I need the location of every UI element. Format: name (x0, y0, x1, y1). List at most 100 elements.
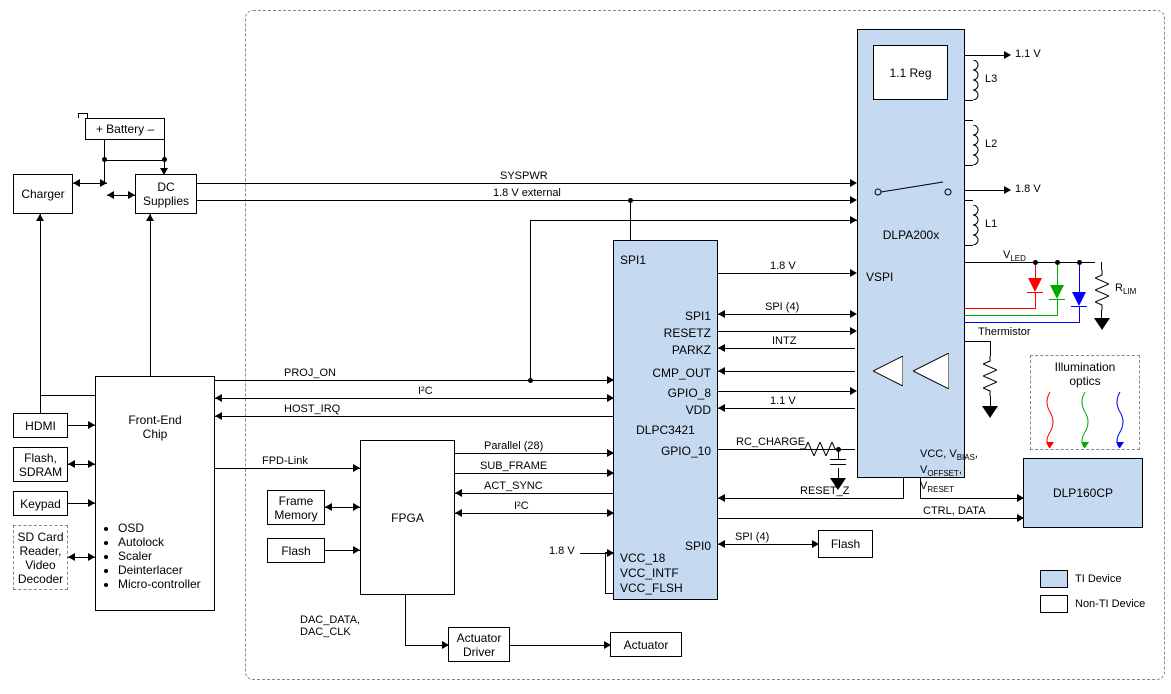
spi4-spi0-label: SPI (4) (735, 531, 769, 543)
led-green (1050, 285, 1064, 299)
syspwr-label: SYSPWR (500, 170, 548, 182)
dc-supplies-label: DC Supplies (143, 180, 189, 208)
battery-block: + Battery – (85, 118, 165, 140)
port-cmpout: CMP_OUT (652, 366, 711, 380)
port-parkz: PARKZ (672, 343, 711, 357)
bullet-autolock: Autolock (118, 535, 208, 549)
port-spi0: SPI0 (685, 539, 711, 553)
flash-fpga-label: Flash (281, 544, 310, 558)
inductor-l3-icon (965, 60, 981, 100)
port-vccint: VCC_INTF (620, 566, 679, 580)
legend-ti-label: TI Device (1075, 573, 1121, 585)
v18-out-label: 1.8 V (1015, 183, 1041, 195)
port-spi1-r: SPI1 (685, 309, 711, 323)
led-blue (1072, 292, 1086, 306)
host-irq-label: HOST_IRQ (284, 403, 340, 415)
dlpc3421-block: SPI1 SPI1 RESETZ PARKZ CMP_OUT GPIO_8 VD… (613, 240, 718, 600)
front-end-block: Front-End Chip OSD Autolock Scaler Deint… (95, 376, 215, 611)
v18ext-label: 1.8 V external (493, 187, 561, 199)
l2-label: L2 (985, 138, 997, 150)
rlim-label: RLIM (1115, 282, 1136, 296)
port-vspi: VSPI (866, 270, 893, 284)
bullet-micro: Micro-controller (118, 577, 208, 591)
bullet-deinterlacer: Deinterlacer (118, 563, 208, 577)
l3-label: L3 (985, 73, 997, 85)
comparator-icon (873, 356, 903, 386)
vcc-vbias-label: VCC, VBIAS, (920, 448, 978, 462)
v11-vdd-label: 1.1 V (770, 395, 796, 407)
front-end-title: Front-End Chip (128, 413, 181, 441)
dlpa200x-title: DLPA200x (858, 228, 964, 242)
dlp160cp-block: DLP160CP (1023, 458, 1143, 528)
resistor-icon (800, 442, 840, 456)
legend-nonti-label: Non-TI Device (1075, 598, 1145, 610)
resetz-sig-label: RESET_Z (800, 485, 850, 497)
port-gpio10: GPIO_10 (661, 444, 711, 458)
beam-green-icon (1073, 392, 1097, 448)
flash-spi-block: Flash (818, 530, 873, 558)
sdcard-block: SD Card Reader, Video Decoder (13, 525, 68, 590)
vled-label: VLED (1003, 249, 1026, 263)
battery-terminal (78, 113, 88, 118)
actuator-driver-label: Actuator Driver (457, 631, 502, 659)
inductor-l2-icon (965, 125, 981, 165)
port-resetz: RESETZ (664, 326, 711, 340)
dlpa200x-block: VSPI DLPA200x 1.1 Reg (857, 29, 965, 478)
intz-label: INTZ (772, 335, 796, 347)
actuator-block: Actuator (610, 632, 682, 657)
charger-block: Charger (13, 174, 73, 214)
flash-sdram-block: Flash, SDRAM (13, 447, 68, 482)
frame-memory-block: Frame Memory (267, 490, 325, 525)
flash-sdram-label: Flash, SDRAM (19, 451, 62, 479)
port-spi1: SPI1 (620, 253, 646, 267)
dlp160cp-label: DLP160CP (1053, 486, 1113, 500)
switch-icon (873, 178, 953, 198)
frame-memory-label: Frame Memory (274, 494, 317, 522)
sdcard-label: SD Card Reader, Video Decoder (17, 530, 63, 586)
v18-input-label: 1.8 V (549, 545, 575, 557)
beam-red-icon (1038, 392, 1062, 448)
legend-nonti-swatch (1040, 595, 1068, 613)
actsync-label: ACT_SYNC (484, 480, 543, 492)
proj-on-label: PROJ_ON (284, 367, 336, 379)
amp-icon (913, 353, 949, 389)
inductor-l1-icon (965, 205, 981, 245)
fpga-label: FPGA (391, 511, 424, 525)
v18-vspi-label: 1.8 V (770, 260, 796, 272)
dac-label: DAC_DATA, DAC_CLK (300, 614, 360, 638)
flash-fpga-block: Flash (267, 538, 325, 563)
beam-blue-icon (1108, 392, 1132, 448)
fpd-link-label: FPD-Link (262, 455, 308, 467)
led-red (1028, 278, 1042, 292)
battery-label: + Battery – (96, 122, 154, 136)
dlpc3421-title: DLPC3421 (614, 423, 717, 437)
hdmi-block: HDMI (13, 413, 68, 438)
bullet-scaler: Scaler (118, 549, 208, 563)
resistor-rlim-icon (1095, 270, 1109, 310)
reg11-block: 1.1 Reg (873, 45, 948, 100)
i2c2-label: I²C (514, 500, 529, 512)
port-vccflsh: VCC_FLSH (620, 581, 683, 595)
keypad-block: Keypad (13, 491, 68, 516)
port-vcc18: VCC_18 (620, 551, 665, 565)
actuator-driver-block: Actuator Driver (448, 627, 510, 662)
illum-optics-label: Illumination optics (1055, 360, 1116, 388)
ctrl-data-label: CTRL, DATA (923, 505, 986, 517)
i2c-label: I²C (418, 385, 433, 397)
parallel28-label: Parallel (28) (484, 440, 543, 452)
charger-label: Charger (21, 187, 64, 201)
subframe-label: SUB_FRAME (480, 460, 547, 472)
voffset-label: VOFFSET, (920, 464, 962, 478)
thermistor-icon (983, 356, 997, 396)
fpga-block: FPGA (360, 440, 455, 595)
dc-supplies-block: DC Supplies (135, 174, 197, 214)
thermistor-label: Thermistor (978, 326, 1031, 338)
hdmi-label: HDMI (25, 419, 56, 433)
reg11-label: 1.1 Reg (889, 66, 931, 80)
port-gpio8: GPIO_8 (668, 386, 711, 400)
port-vdd: VDD (686, 403, 711, 417)
spi4-label: SPI (4) (765, 301, 799, 313)
legend-ti-swatch (1040, 570, 1068, 588)
vreset-label: VRESET (920, 480, 954, 494)
flash-spi-label: Flash (831, 537, 860, 551)
